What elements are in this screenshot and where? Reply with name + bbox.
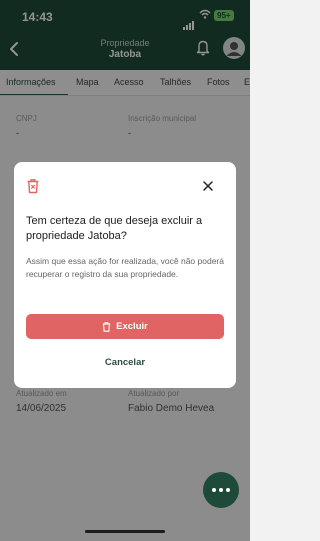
close-icon[interactable] <box>202 180 214 192</box>
dot-icon <box>226 488 230 492</box>
more-actions-button[interactable] <box>203 472 239 508</box>
dialog-message: Assim que essa ação for realizada, você … <box>26 256 224 279</box>
cancel-button[interactable]: Cancelar <box>26 352 224 374</box>
dot-icon <box>219 488 223 492</box>
dot-icon <box>212 488 216 492</box>
trash-icon <box>102 321 111 332</box>
delete-button-label: Excluir <box>116 321 148 332</box>
delete-button[interactable]: Excluir <box>26 314 224 339</box>
home-indicator <box>85 530 165 533</box>
trash-icon <box>27 179 39 194</box>
delete-confirm-dialog: Tem certeza de que deseja excluir a prop… <box>14 162 236 388</box>
dialog-title: Tem certeza de que deseja excluir a prop… <box>26 215 203 242</box>
